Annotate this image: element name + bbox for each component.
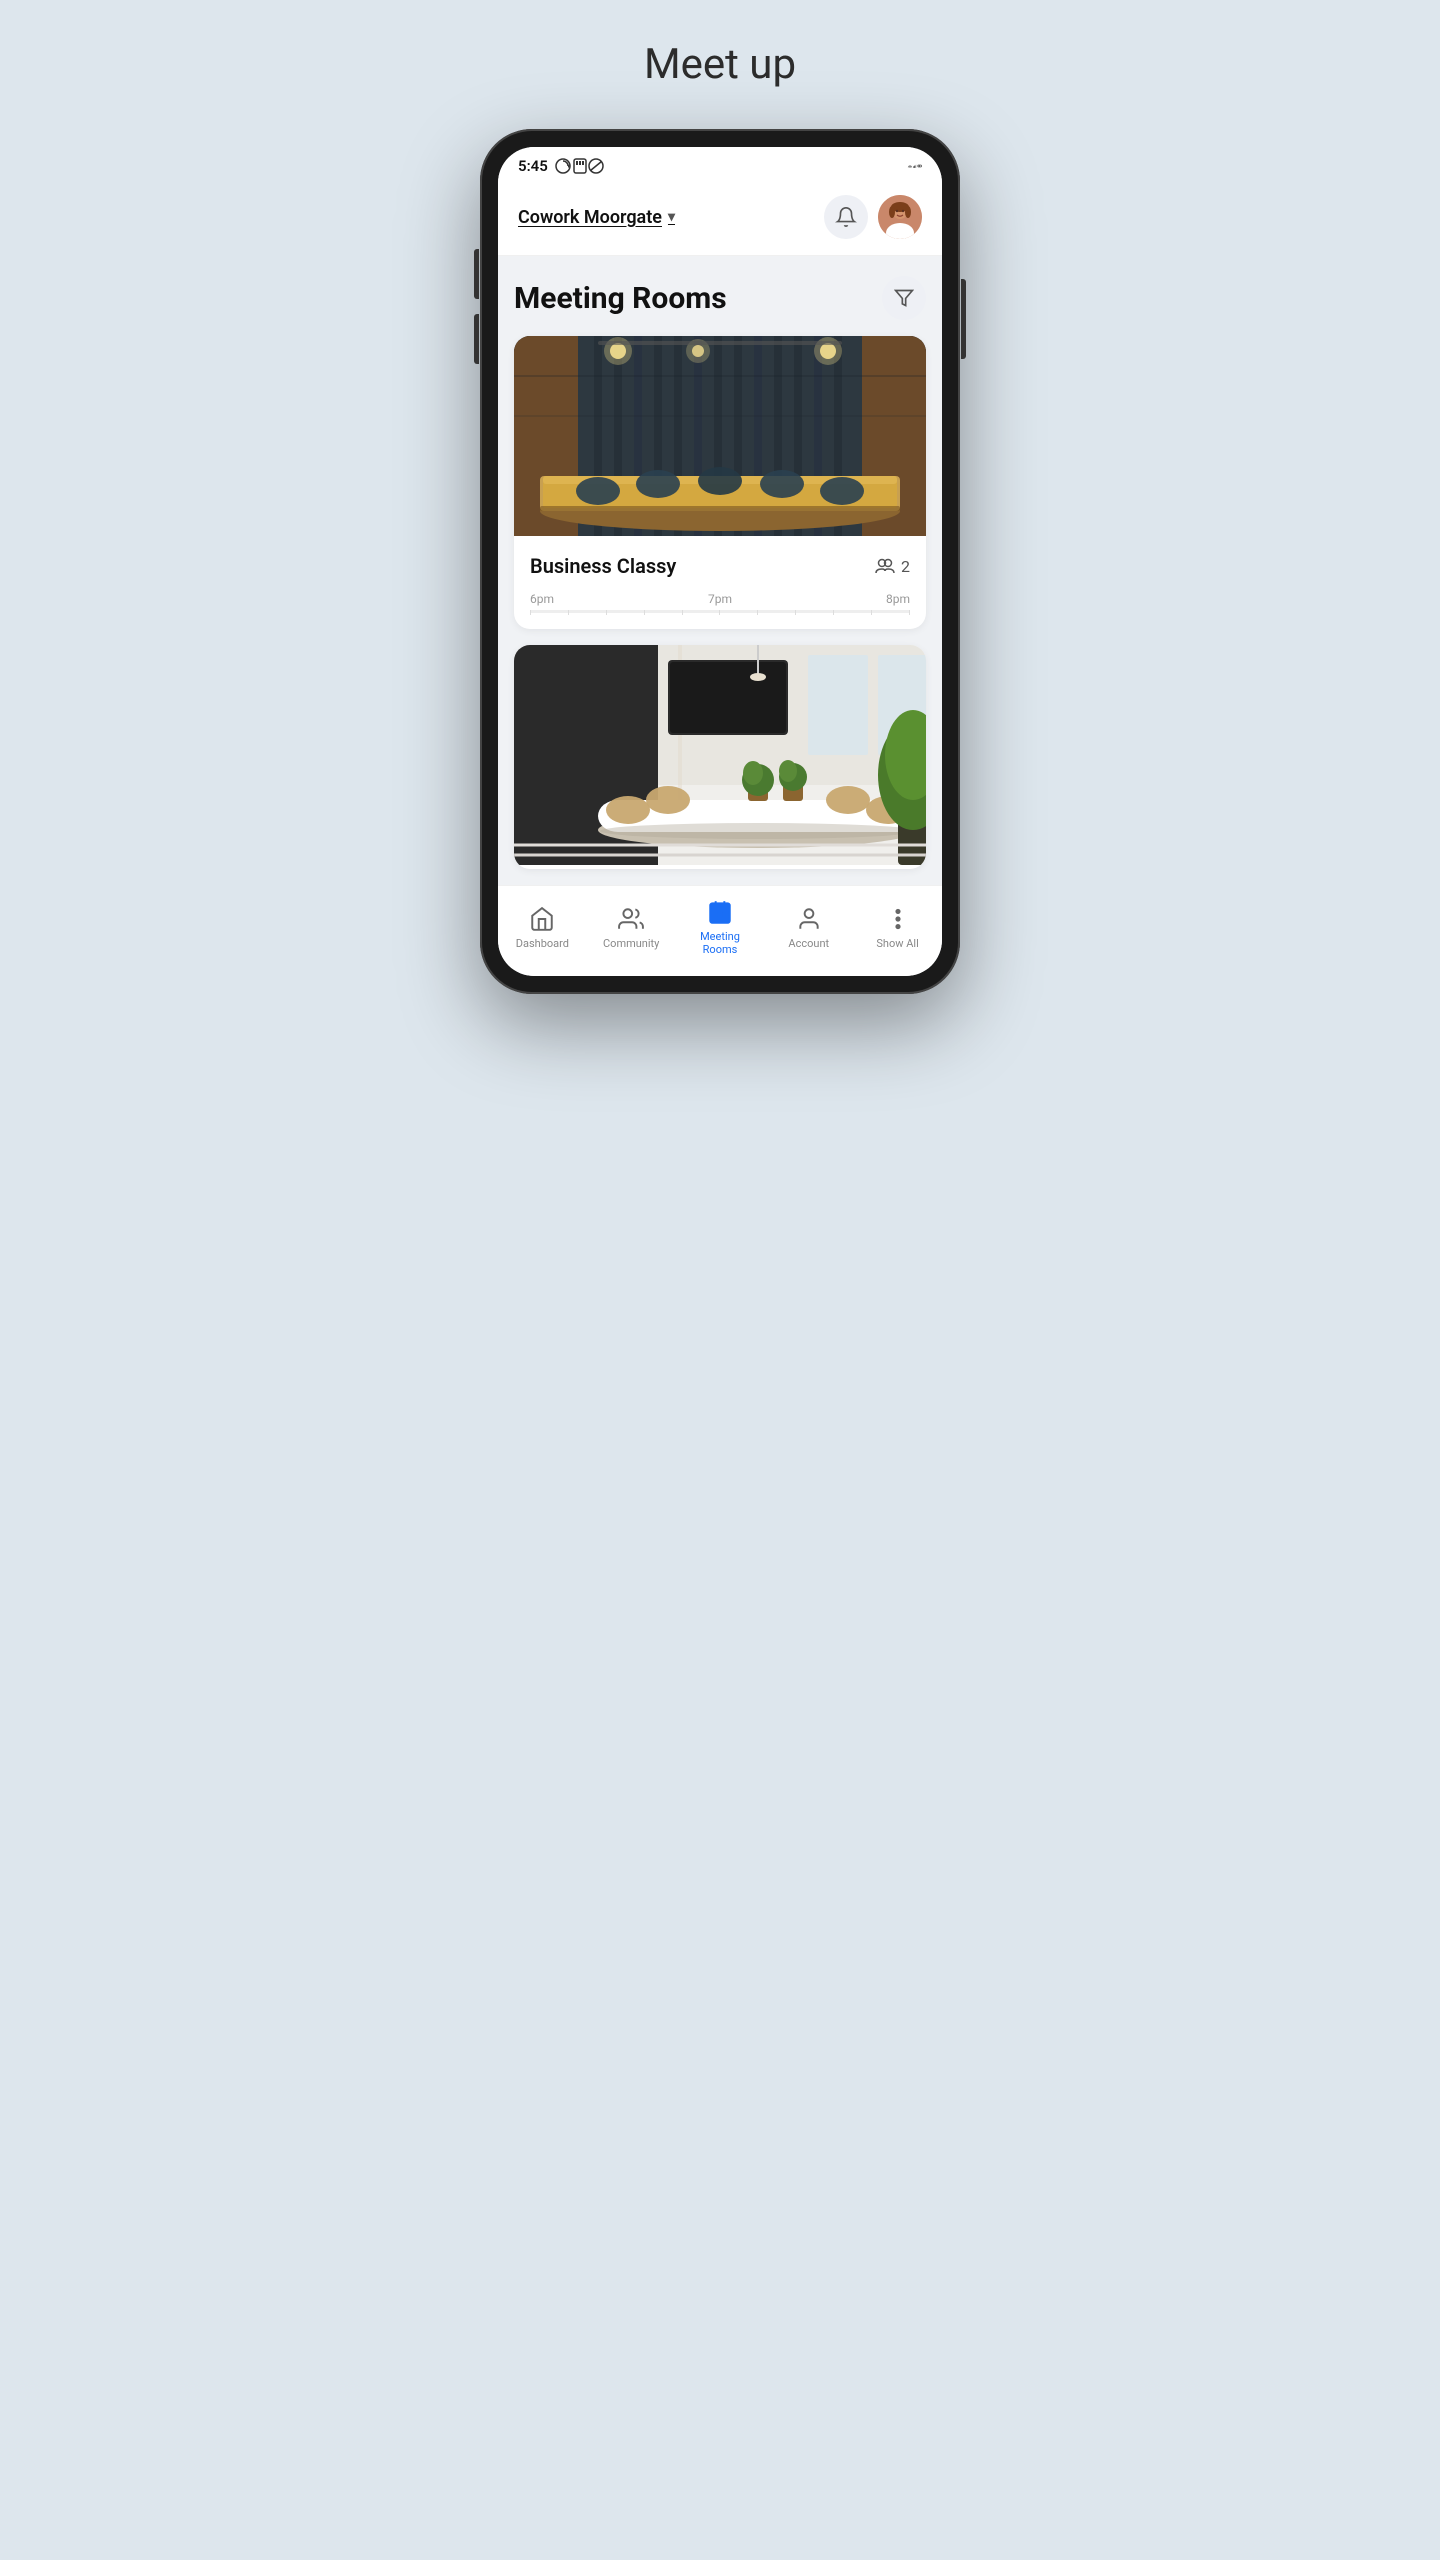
time-label-1-end: 8pm: [886, 592, 910, 606]
workspace-name: Cowork Moorgate: [518, 207, 662, 228]
capacity-badge-1: 2: [875, 557, 910, 576]
phone-frame: 5:45: [480, 129, 960, 994]
status-bar: 5:45: [498, 147, 942, 183]
account-label: Account: [788, 937, 829, 950]
dashboard-icon: [528, 905, 556, 933]
main-content: Meeting Rooms: [498, 256, 942, 885]
user-avatar-button[interactable]: [878, 195, 922, 239]
vol-up-button: [474, 249, 479, 299]
room-info-1: Business Classy 2: [514, 540, 926, 629]
bell-icon: [835, 206, 857, 228]
top-nav: Cowork Moorgate ▾: [498, 183, 942, 256]
nav-item-show-all[interactable]: Show All: [863, 905, 933, 950]
filter-button[interactable]: [882, 276, 926, 320]
workspace-selector[interactable]: Cowork Moorgate ▾: [518, 207, 675, 228]
section-title: Meeting Rooms: [514, 281, 727, 316]
time-label-1-start: 6pm: [530, 592, 554, 606]
show-all-icon: [884, 905, 912, 933]
system-status-icons: [906, 158, 922, 174]
meeting-rooms-icon: [706, 898, 734, 926]
power-button: [961, 279, 966, 359]
bottom-nav: Dashboard Community: [498, 885, 942, 976]
show-all-label: Show All: [876, 937, 918, 950]
avatar-image: [878, 195, 922, 239]
room-card-1[interactable]: Business Classy 2: [514, 336, 926, 629]
status-time: 5:45: [518, 157, 548, 175]
meeting-rooms-label: MeetingRooms: [700, 930, 740, 956]
section-header: Meeting Rooms: [514, 276, 926, 320]
room-image-1: [514, 336, 926, 536]
nav-actions: [824, 195, 922, 239]
nav-item-meeting-rooms[interactable]: MeetingRooms: [685, 898, 755, 956]
vol-down-button: [474, 314, 479, 364]
nav-item-community[interactable]: Community: [596, 905, 666, 950]
room-card-2[interactable]: [514, 645, 926, 869]
account-icon: [795, 905, 823, 933]
time-label-1-mid: 7pm: [708, 592, 732, 606]
chevron-down-icon: ▾: [668, 209, 675, 225]
screen: 5:45: [498, 147, 942, 976]
capacity-number-1: 2: [901, 557, 910, 576]
nav-item-dashboard[interactable]: Dashboard: [507, 905, 577, 950]
room-name-1: Business Classy: [530, 554, 676, 578]
timeline-1: 6pm 7pm 8pm: [530, 586, 910, 621]
community-label: Community: [603, 937, 659, 950]
people-icon: [875, 558, 895, 574]
nav-item-account[interactable]: Account: [774, 905, 844, 950]
timeline-bar-1: [530, 610, 910, 613]
dashboard-label: Dashboard: [516, 937, 569, 950]
status-app-icons: [554, 157, 606, 175]
filter-icon: [894, 288, 914, 308]
room-image-2: [514, 645, 926, 865]
community-icon: [617, 905, 645, 933]
app-title: Meet up: [644, 40, 796, 89]
notification-button[interactable]: [824, 195, 868, 239]
